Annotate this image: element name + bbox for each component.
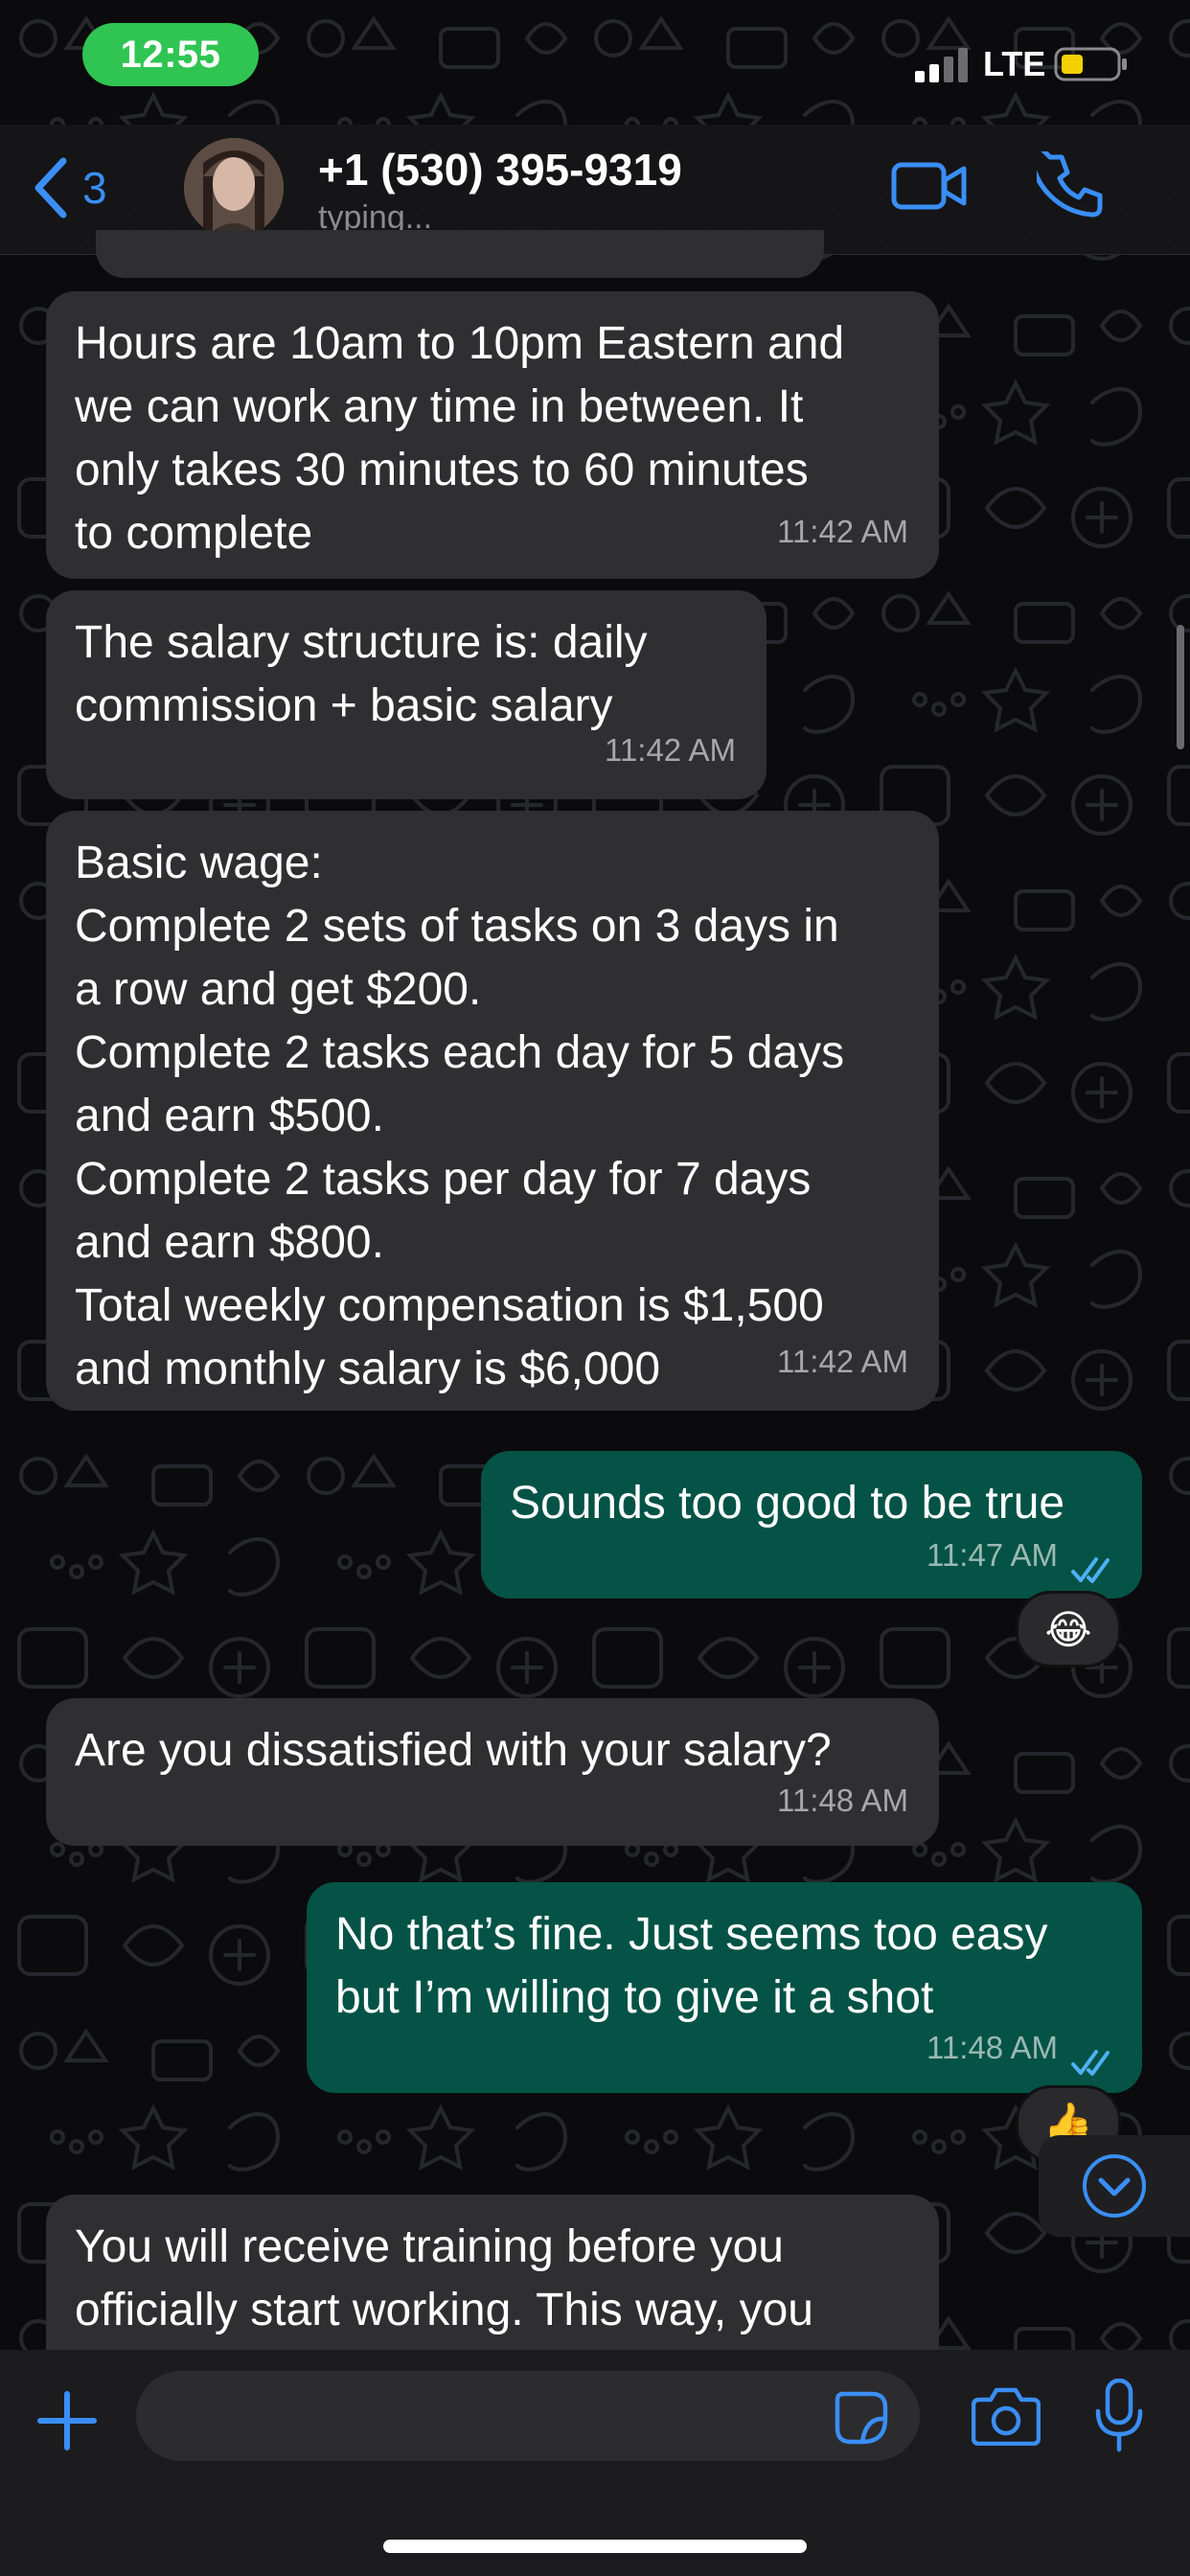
- microphone-icon[interactable]: [1092, 2379, 1146, 2453]
- message-text: You will receive training before you off…: [75, 2221, 813, 2335]
- double-check-icon: [1071, 1557, 1110, 1583]
- message-time: 11:47 AM: [927, 1537, 1058, 1573]
- camera-icon[interactable]: [972, 2386, 1041, 2446]
- sticker-icon[interactable]: [834, 2390, 889, 2446]
- video-camera-icon[interactable]: [891, 157, 968, 215]
- status-time: 12:55: [82, 23, 259, 86]
- network-label: LTE: [983, 44, 1046, 83]
- plus-icon[interactable]: [36, 2390, 98, 2451]
- message-bubble-incoming[interactable]: Are you dissatisfied with your salary? 1…: [46, 1698, 939, 1846]
- contact-photo: [184, 138, 284, 238]
- message-text: Basic wage: Complete 2 sets of tasks on …: [75, 838, 845, 1394]
- contact-name[interactable]: +1 (530) 395-9319: [318, 144, 682, 196]
- reaction-badge[interactable]: 😂: [1016, 1591, 1121, 1668]
- message-time: 11:48 AM: [927, 2030, 1058, 2065]
- avatar[interactable]: [184, 138, 284, 238]
- message-time: 11:42 AM: [777, 1344, 908, 1379]
- double-check-icon: [1071, 2050, 1110, 2076]
- signal-icon: [915, 48, 968, 82]
- message-time: 11:42 AM: [777, 514, 908, 549]
- message-bubble-outgoing[interactable]: Sounds too good to be true 11:47 AM: [481, 1451, 1142, 1598]
- battery-icon: [1054, 47, 1127, 81]
- message-bubble-incoming[interactable]: Hours are 10am to 10pm Eastern and we ca…: [46, 291, 939, 579]
- laughing-emoji-icon: 😂: [1044, 1606, 1092, 1652]
- message-bubble-incoming[interactable]: Basic wage: Complete 2 sets of tasks on …: [46, 811, 939, 1411]
- message-bubble-incoming[interactable]: The salary structure is: daily commissio…: [46, 590, 767, 799]
- chevron-down-icon: [1083, 2154, 1146, 2218]
- message-bubble-outgoing[interactable]: No that’s fine. Just seems too easy but …: [307, 1882, 1142, 2093]
- scrollbar[interactable]: [1177, 625, 1184, 749]
- scroll-to-bottom-button[interactable]: [1039, 2135, 1190, 2237]
- message-input[interactable]: [136, 2371, 920, 2461]
- message-time: 11:48 AM: [777, 1782, 908, 1818]
- status-bar: 12:55 LTE: [0, 0, 1190, 125]
- unread-count: 3: [82, 163, 107, 213]
- message-composer: [0, 2350, 1190, 2576]
- back-button[interactable]: 3: [33, 157, 107, 218]
- message-text: No that’s fine. Just seems too easy but …: [335, 1909, 1048, 2023]
- message-bubble-incoming[interactable]: You will receive training before you off…: [46, 2195, 939, 2367]
- message-time: 11:42 AM: [605, 732, 736, 768]
- chevron-left-icon: [34, 157, 67, 218]
- home-indicator[interactable]: [383, 2540, 807, 2553]
- message-bubble-clipped-top: [96, 230, 824, 278]
- phone-icon[interactable]: [1037, 151, 1106, 220]
